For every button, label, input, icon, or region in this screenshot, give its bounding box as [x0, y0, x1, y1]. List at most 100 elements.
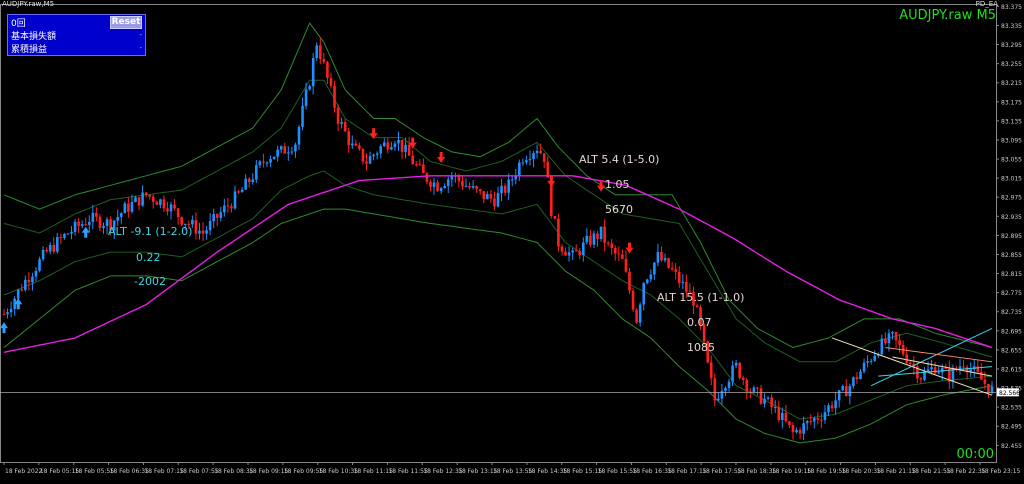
x-tick-label: 18 Feb 09:55	[284, 468, 324, 475]
candle-body	[980, 371, 983, 380]
y-tick-label: 82.615	[1001, 366, 1022, 373]
candle-body	[496, 193, 500, 207]
candle-body	[379, 146, 383, 154]
candle-body	[91, 212, 95, 222]
candle-body	[84, 224, 88, 226]
candle-body	[518, 162, 521, 176]
buy-arrow-icon	[81, 226, 90, 238]
candle-body	[350, 143, 354, 146]
candle-body	[773, 406, 777, 408]
y-tick-label: 83.055	[1001, 157, 1022, 164]
candle-body	[581, 242, 585, 255]
candle-body	[244, 178, 247, 190]
panel-base-loss-label: 基本損失額	[11, 32, 57, 42]
chart-canvas[interactable]: 83.375 83.335 83.295 83.255 83.215 83.175 83.1…	[0, 0, 1024, 480]
candle-body	[763, 398, 766, 404]
bar-timer: 00:00	[956, 447, 994, 462]
candle-body	[45, 249, 48, 252]
candle-body	[567, 252, 571, 256]
candle-body	[645, 279, 649, 283]
x-tick-label: 18 Feb 18:35	[737, 468, 777, 475]
candle-body	[784, 412, 788, 422]
candle-body	[333, 85, 336, 108]
candle-body	[315, 45, 319, 59]
candle-body	[606, 242, 610, 244]
alt2-ratio: 1.05	[605, 178, 630, 191]
x-tick-label: 18 Feb 19:15	[772, 468, 812, 475]
candle-body	[713, 378, 717, 401]
candle-body	[123, 203, 127, 214]
candle-body	[781, 412, 784, 421]
candle-body	[837, 390, 841, 401]
candle-body	[866, 361, 869, 363]
candle-body	[834, 400, 837, 409]
window-title: AUDJPY.raw,M5	[2, 0, 55, 8]
candle-body	[823, 412, 827, 421]
x-tick-label: 18 Feb 08:35	[214, 468, 254, 475]
candle-body	[329, 77, 333, 86]
candle-body	[134, 197, 137, 203]
candle-body	[151, 196, 155, 202]
candle-body	[59, 237, 63, 239]
y-tick-label: 82.735	[1001, 309, 1022, 316]
alt2-value: 5670	[605, 203, 633, 216]
candle-body	[791, 424, 795, 433]
candle-body	[354, 143, 358, 146]
candle-body	[340, 122, 343, 124]
candle-body	[24, 279, 27, 291]
candle-body	[41, 249, 45, 260]
y-tick-label: 82.455	[1001, 443, 1022, 450]
candle-body	[908, 362, 912, 364]
candle-body	[404, 144, 407, 152]
candle-body	[766, 397, 770, 399]
y-tick-label: 82.855	[1001, 252, 1022, 259]
candle-body	[610, 243, 614, 248]
y-tick-label: 83.015	[1001, 176, 1022, 183]
band-line	[3, 208, 993, 444]
candle-body	[717, 398, 720, 401]
candle-body	[98, 216, 102, 228]
candle-body	[855, 377, 859, 380]
candle-body	[223, 205, 226, 213]
candle-body	[756, 387, 759, 389]
panel-cumulative-pnl-value: -	[139, 44, 142, 52]
candle-body	[322, 58, 326, 62]
candle-body	[887, 333, 891, 344]
candle-body	[560, 246, 564, 252]
x-tick-label: 18 Feb 19:55	[807, 468, 847, 475]
candle-body	[802, 423, 805, 434]
reset-button[interactable]: Reset	[110, 16, 142, 29]
x-tick-label: 18 Feb 07:55	[179, 468, 219, 475]
candle-body	[642, 282, 646, 305]
x-tick-label: 18 Feb 16:35	[632, 468, 672, 475]
candle-body	[820, 419, 823, 421]
candle-body	[265, 162, 269, 164]
candle-body	[255, 165, 258, 180]
ea-info-panel: 0回 Reset 基本損失額 - 累積損益 -	[7, 14, 146, 56]
candle-body	[279, 146, 283, 150]
candle-body	[148, 194, 152, 197]
candle-body	[169, 204, 173, 212]
candle-body	[525, 160, 528, 163]
alt3-label: ALT 15.5 (1-1.0)	[657, 291, 745, 304]
candle-body	[311, 58, 315, 87]
candle-body	[272, 156, 276, 160]
candle-body	[407, 144, 411, 156]
alt3-value: 1085	[687, 341, 715, 354]
candle-body	[393, 143, 397, 148]
candle-body	[240, 189, 244, 193]
candle-body	[482, 191, 486, 200]
candle-body	[677, 271, 681, 283]
candle-body	[38, 259, 41, 271]
x-tick-label: 18 Feb 21:55	[911, 468, 951, 475]
candle-body	[880, 338, 884, 355]
candle-body	[844, 386, 848, 397]
candle-body	[27, 279, 31, 283]
candle-body	[617, 253, 621, 255]
candle-body	[848, 386, 852, 397]
candle-body	[528, 158, 532, 161]
price-chart[interactable]: 83.375 83.335 83.295 83.255 83.215 83.175 83.1…	[0, 0, 1024, 480]
candle-body	[624, 258, 628, 272]
candle-body	[798, 429, 802, 434]
candle-body	[734, 362, 738, 366]
